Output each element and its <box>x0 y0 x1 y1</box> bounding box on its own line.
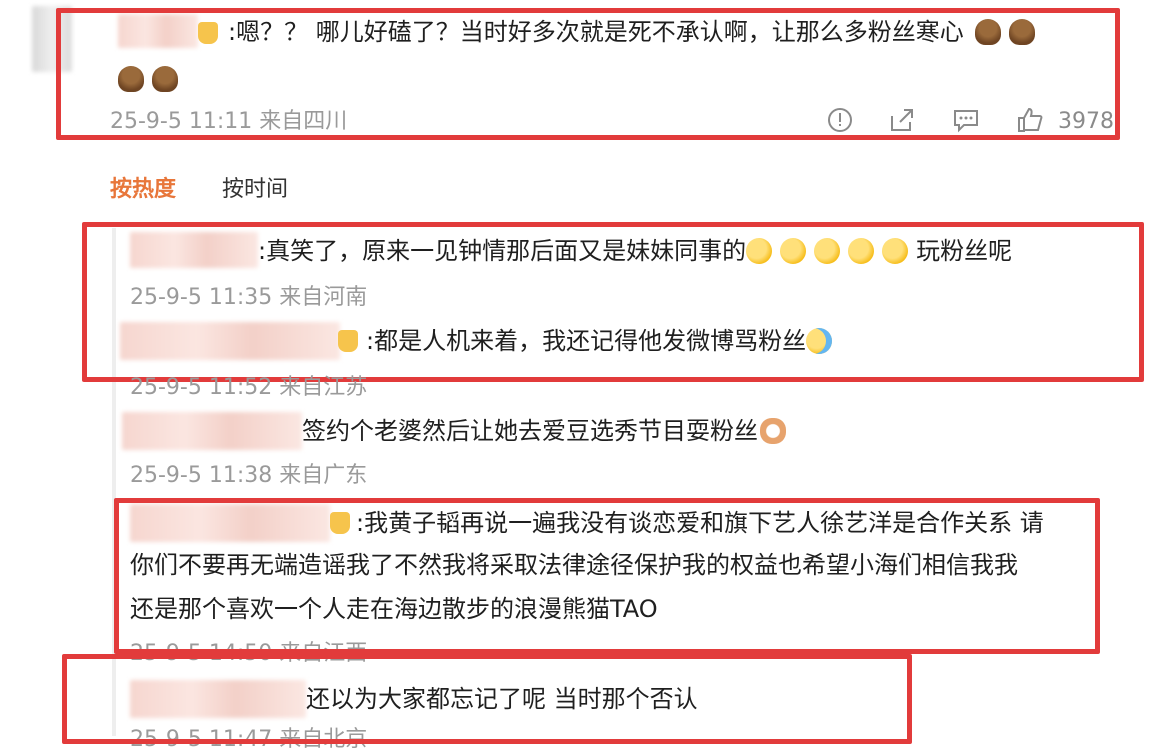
highlight-box <box>62 654 912 744</box>
highlight-box <box>82 222 1144 382</box>
sort-by-hot-tab[interactable]: 按热度 <box>110 176 176 204</box>
cat-emoji <box>760 418 786 444</box>
sort-by-time-tab[interactable]: 按时间 <box>222 176 288 204</box>
highlight-box <box>56 8 1120 140</box>
reply-timestamp: 25-9-5 11:38 来自广东 <box>130 463 368 488</box>
highlight-box <box>114 498 1100 654</box>
reply-timestamp: 25-9-5 11:52 来自江苏 <box>130 375 368 400</box>
username-blurred[interactable] <box>122 412 302 450</box>
reply-text: 签约个老婆然后让她去爱豆选秀节目耍粉丝 <box>302 416 794 446</box>
